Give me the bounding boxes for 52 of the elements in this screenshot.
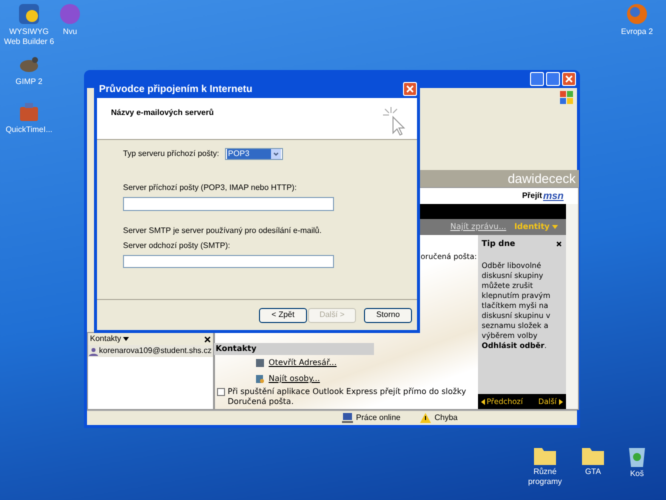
link[interactable]: Najít osoby... [268, 373, 320, 385]
caret-icon [123, 336, 130, 342]
field-label: Typ serveru příchozí pošty: [123, 148, 220, 160]
status-text: Chyba [434, 412, 458, 424]
wizard-button[interactable]: Storno [364, 308, 412, 322]
server-type-select[interactable]: POP3 [225, 148, 284, 160]
info-text: Server SMTP je server používaný pro odesílání e-mailů. [123, 225, 323, 237]
left-arrow-icon [480, 398, 486, 404]
desktop-icon-label[interactable]: Evropa 2 [620, 27, 654, 37]
close-icon [406, 85, 414, 93]
toolbox-icon [17, 100, 41, 124]
close-button[interactable] [403, 82, 417, 96]
desktop-icon-label[interactable]: GTA [585, 467, 601, 477]
close-icon[interactable] [556, 241, 562, 247]
right-arrow-icon [558, 398, 564, 404]
input-field[interactable] [123, 255, 334, 268]
go-link[interactable]: Přejít [522, 190, 542, 202]
find-people-icon [254, 374, 265, 384]
field-label: Server příchozí pošty (POP3, IMAP nebo HTTP): [123, 182, 298, 194]
person-icon [89, 346, 98, 356]
wizard-button[interactable]: < Zpět [259, 308, 307, 322]
field-label: Server odchozí pošty (SMTP): [123, 240, 232, 252]
minimize-button[interactable] [530, 72, 544, 86]
contact-item[interactable]: korenarova109@student.shs.cz [88, 345, 213, 357]
desktop-icon-label[interactable]: QuickTimeI... [6, 125, 52, 135]
identity-name: dawidececk [508, 170, 576, 188]
checkbox[interactable] [216, 388, 225, 396]
desktop-icon-label[interactable]: WYSIWYG Web Builder 6 [0, 27, 58, 47]
warning-icon [420, 413, 432, 423]
desktop-icon-label[interactable]: Různé programy [516, 467, 574, 487]
section-title: Kontakty [216, 343, 256, 355]
caret-icon [552, 224, 558, 230]
desktop-icon-label[interactable]: GIMP 2 [16, 77, 42, 87]
link[interactable]: Otevřít Adresář... [268, 357, 337, 369]
dialog-title: Průvodce připojením k Internetu [99, 82, 252, 96]
cursor-sparkle-icon [383, 107, 407, 137]
windows-logo-icon [560, 91, 574, 105]
close-icon [565, 75, 573, 83]
page-heading: Názvy e-mailových serverů [111, 107, 214, 119]
close-icon[interactable] [204, 336, 211, 342]
status-text: Práce online [356, 412, 400, 424]
msn-logo[interactable]: msn [543, 188, 564, 204]
desktop-icon-label[interactable]: Nvu [62, 27, 78, 37]
close-button[interactable] [562, 72, 576, 86]
checkbox-label: Při spuštění aplikace Outlook Express přejít přímo do složky Doručená pošta. [228, 387, 468, 407]
desktop-icon-label[interactable]: Koš [630, 469, 644, 479]
address-book-icon [254, 358, 265, 368]
input-field[interactable] [123, 197, 334, 211]
computer-icon [342, 413, 353, 423]
maximize-button[interactable] [546, 72, 560, 86]
scrollbar[interactable] [566, 204, 578, 409]
tip-title: Tip dne [482, 238, 516, 250]
